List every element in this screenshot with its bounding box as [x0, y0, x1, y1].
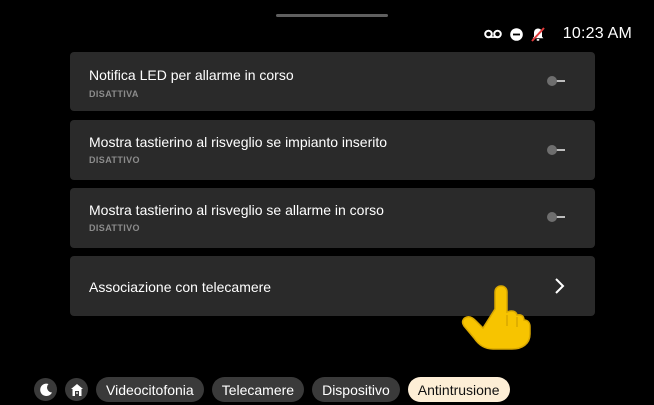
setting-title: Mostra tastierino al risveglio se impian…: [89, 134, 388, 150]
toggle-thumb: [547, 145, 557, 155]
setting-title: Mostra tastierino al risveglio se allarm…: [89, 202, 384, 218]
keypad-alarm-toggle[interactable]: [547, 212, 573, 222]
setting-title: Notifica LED per allarme in corso: [89, 67, 294, 83]
tab-antintrusione[interactable]: Antintrusione: [407, 377, 510, 402]
led-notification-toggle[interactable]: [547, 76, 573, 86]
keypad-armed-toggle[interactable]: [547, 145, 573, 155]
setting-status: DISATTIVO: [89, 223, 140, 233]
moon-icon[interactable]: [34, 378, 57, 401]
home-icon[interactable]: [65, 378, 88, 401]
setting-keypad-alarm[interactable]: Mostra tastierino al risveglio se allarm…: [70, 188, 595, 248]
notifications-off-icon: [531, 26, 545, 42]
setting-keypad-armed[interactable]: Mostra tastierino al risveglio se impian…: [70, 120, 595, 180]
setting-led-notification[interactable]: Notifica LED per allarme in corso DISATT…: [70, 52, 595, 111]
do-not-disturb-icon: [509, 27, 523, 41]
toggle-thumb: [547, 212, 557, 222]
drag-handle[interactable]: [276, 14, 388, 17]
setting-title: Associazione con telecamere: [89, 279, 272, 295]
tab-telecamere[interactable]: Telecamere: [211, 377, 305, 402]
toggle-thumb: [547, 76, 557, 86]
voicemail-icon: [483, 29, 502, 39]
bottom-nav: Videocitofonia Telecamere Dispositivo An…: [34, 377, 510, 402]
tab-videocitofonia[interactable]: Videocitofonia: [96, 377, 204, 402]
setting-status: DISATTIVA: [89, 89, 139, 99]
pointing-hand-icon: [460, 282, 532, 350]
status-time: 10:23 AM: [562, 25, 632, 42]
setting-status: DISATTIVO: [89, 155, 140, 165]
status-bar: 10:23 AM: [483, 24, 632, 44]
tab-dispositivo[interactable]: Dispositivo: [312, 377, 400, 402]
chevron-right-icon: [549, 276, 569, 296]
